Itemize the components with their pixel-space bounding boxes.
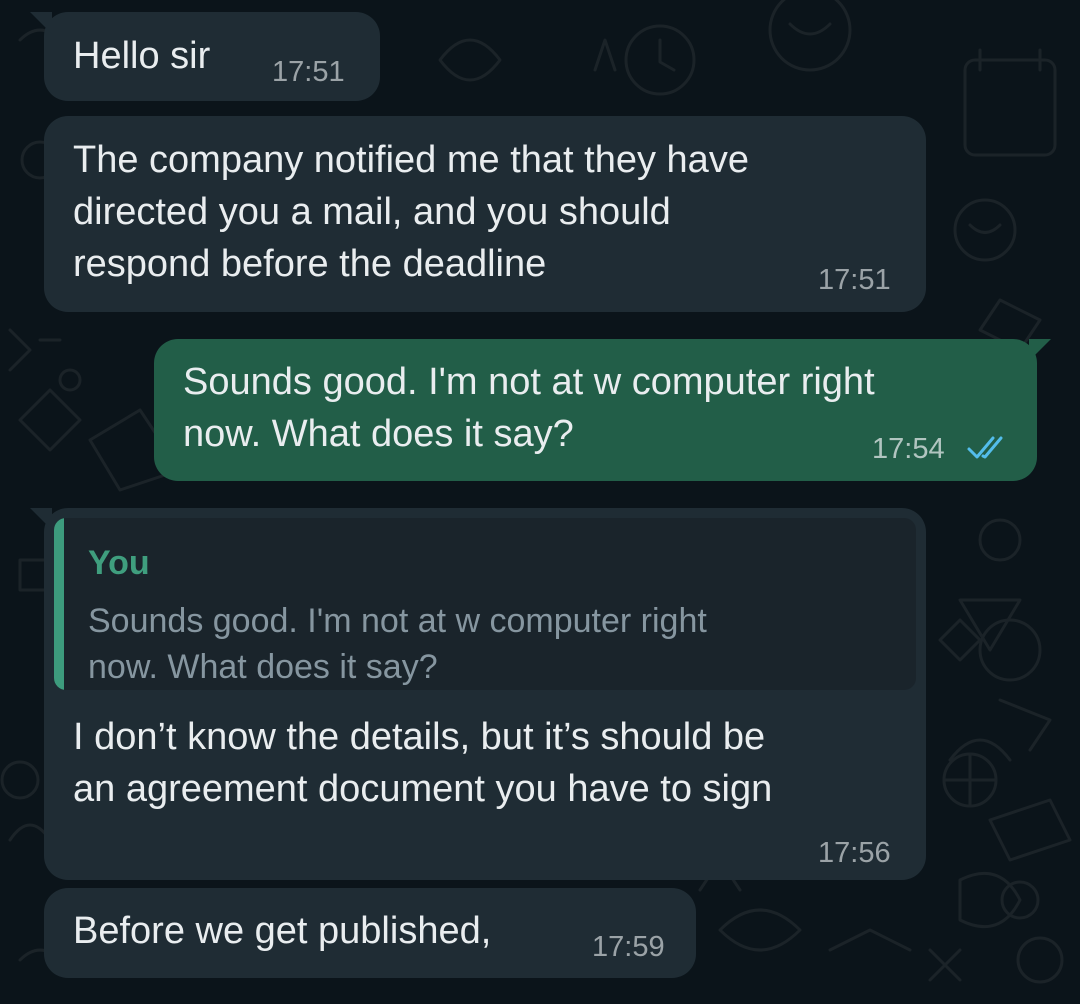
message-bubble-incoming[interactable]: The company notified me that they have d…	[44, 116, 926, 312]
message-text-line: directed you a mail, and you should	[73, 191, 671, 233]
quoted-author: You	[88, 544, 150, 582]
message-time: 17:51	[272, 56, 345, 88]
message-time: 17:56	[818, 837, 891, 869]
message-time: 17:59	[592, 931, 665, 963]
bubble-tail	[30, 12, 52, 34]
message-text-line: respond before the deadline	[73, 243, 547, 285]
message-text-line: Sounds good. I'm not at w computer right	[183, 361, 875, 403]
quoted-text-line: Sounds good. I'm not at w computer right	[88, 602, 707, 640]
double-check-read-icon	[967, 436, 1003, 459]
message-bubble-incoming[interactable]: Hello sir 17:51	[30, 12, 380, 101]
message-text-line: I don’t know the details, but it’s shoul…	[73, 716, 766, 758]
message-text-line: an agreement document you have to sign	[73, 768, 773, 810]
quoted-message[interactable]: You Sounds good. I'm not at w computer r…	[54, 518, 916, 690]
message-text-line: The company notified me that they have	[73, 139, 749, 181]
message-text: Hello sir	[73, 35, 211, 77]
message-bubble-incoming[interactable]: Before we get published, 17:59	[44, 888, 696, 978]
message-bubble-outgoing[interactable]: Sounds good. I'm not at w computer right…	[154, 339, 1051, 481]
message-time: 17:54	[872, 433, 945, 465]
bubble-tail	[30, 508, 52, 530]
message-bubble-incoming-reply[interactable]: You Sounds good. I'm not at w computer r…	[30, 508, 926, 880]
message-text-line: now. What does it say?	[183, 413, 574, 455]
bubble-tail	[1029, 339, 1051, 361]
message-text: Before we get published,	[73, 910, 492, 952]
quoted-text-line: now. What does it say?	[88, 648, 438, 686]
quote-accent-bar	[54, 518, 64, 690]
message-time: 17:51	[818, 264, 891, 296]
chat-conversation: Hello sir 17:51 The company notified me …	[0, 0, 1080, 1004]
